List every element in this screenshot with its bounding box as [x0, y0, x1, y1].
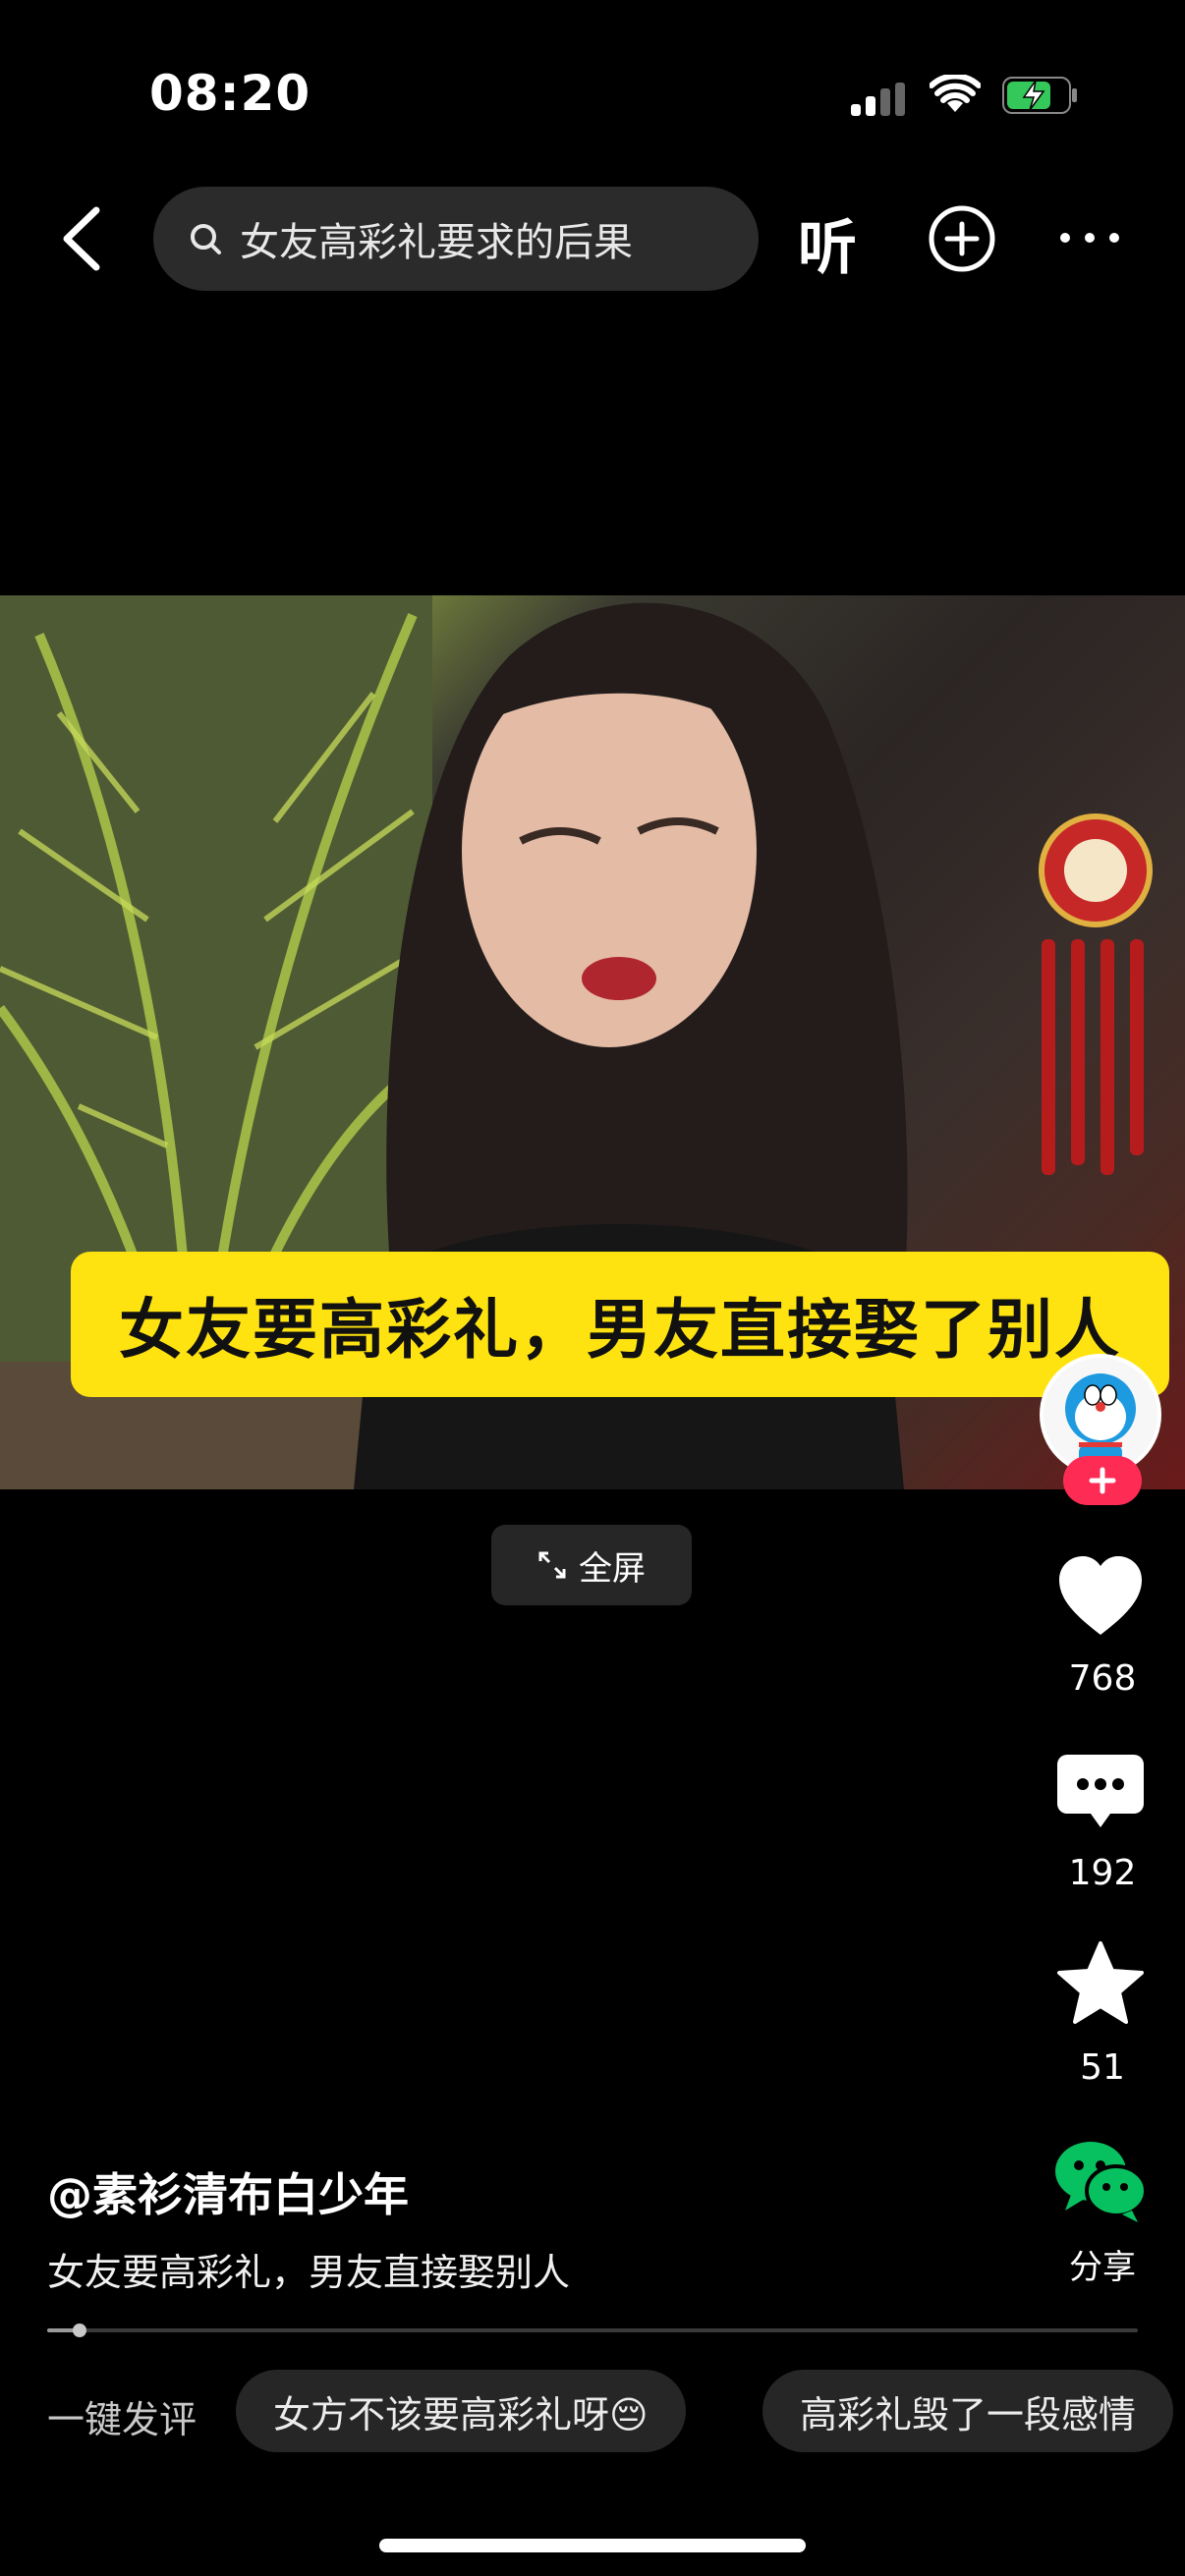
video-player[interactable]: 女友要高彩礼，男友直接娶了别人	[0, 595, 1185, 1489]
like-count: 768	[1068, 1658, 1137, 1699]
battery-charging-icon	[1002, 77, 1077, 114]
back-arrow-icon[interactable]	[55, 202, 108, 275]
plus-icon	[1089, 1467, 1116, 1494]
listen-button[interactable]: 听	[798, 200, 857, 286]
home-indicator[interactable]	[379, 2539, 806, 2552]
status-time: 08:20	[149, 65, 311, 122]
quick-comment-chip[interactable]: 高彩礼毁了一段感情	[762, 2370, 1174, 2452]
progress-track[interactable]	[47, 2328, 1138, 2332]
cellular-signal-icon	[851, 83, 905, 116]
video-caption: 女友要高彩礼，男友直接娶了别人	[71, 1252, 1169, 1397]
fullscreen-label: 全屏	[579, 1548, 646, 1589]
follow-button[interactable]	[1063, 1456, 1142, 1505]
add-circle-icon[interactable]	[928, 204, 996, 273]
video-description: 女友要高彩礼，男友直接娶别人	[47, 2251, 571, 2294]
comment-count: 192	[1068, 1853, 1137, 1893]
progress-thumb[interactable]	[73, 2324, 86, 2337]
search-query: 女友高彩礼要求的后果	[240, 220, 633, 265]
like-heart-icon[interactable]	[1055, 1552, 1146, 1643]
wechat-share-icon[interactable]	[1051, 2138, 1150, 2222]
expand-icon	[538, 1551, 566, 1579]
video-background-ornament	[1039, 813, 1153, 1175]
favorite-star-icon[interactable]	[1055, 1939, 1146, 2030]
author-name[interactable]: @素衫清布白少年	[47, 2159, 409, 2224]
fullscreen-button[interactable]: 全屏	[491, 1525, 692, 1605]
share-label[interactable]: 分享	[1034, 2240, 1171, 2288]
favorite-count: 51	[1080, 2047, 1125, 2088]
quick-comment-label: 一键发评	[47, 2398, 198, 2441]
quick-comment-chip[interactable]: 女方不该要高彩礼呀😔	[236, 2370, 686, 2452]
more-icon[interactable]	[1057, 228, 1122, 248]
wifi-icon	[930, 75, 981, 112]
comment-bubble-icon[interactable]	[1055, 1745, 1146, 1835]
search-icon	[191, 224, 221, 254]
doraemon-avatar-icon	[1044, 1358, 1157, 1472]
search-bar[interactable]: 女友高彩礼要求的后果	[153, 187, 759, 291]
